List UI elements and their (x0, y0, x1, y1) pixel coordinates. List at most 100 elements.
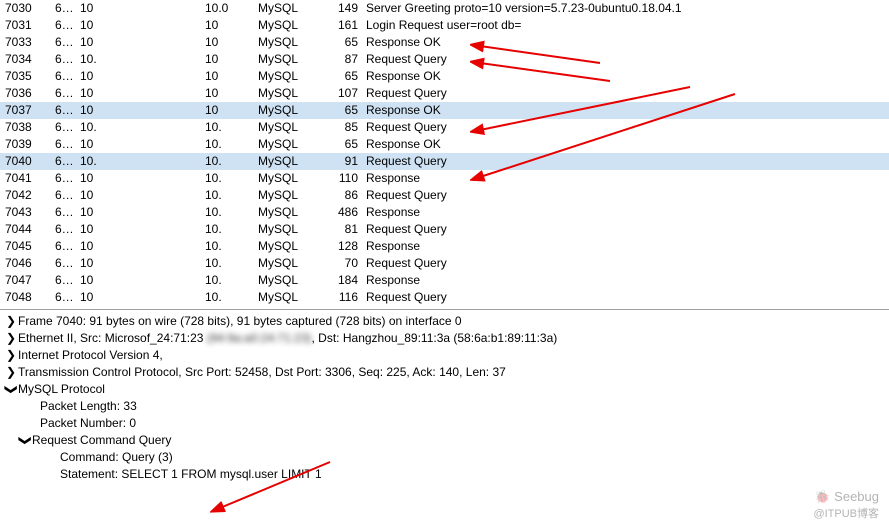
statement-text: Statement: SELECT 1 FROM mysql.user LIMI… (60, 466, 322, 483)
tree-mysql-protocol[interactable]: ❯ MySQL Protocol (0, 381, 889, 398)
packet-time-cell: 6… (55, 272, 80, 289)
packet-length-text: Packet Length: 33 (40, 398, 137, 415)
packet-info-cell: Response OK (366, 68, 889, 85)
packet-time-cell: 6… (55, 34, 80, 51)
packet-extra-cell: 10. (205, 170, 240, 187)
tree-tcp-text: Transmission Control Protocol, Src Port:… (18, 364, 506, 381)
chevron-right-icon[interactable]: ❯ (4, 313, 18, 330)
chevron-down-icon[interactable]: ❯ (17, 434, 34, 448)
packet-info-cell: Response OK (366, 102, 889, 119)
packet-extra-cell: 10. (205, 153, 240, 170)
packet-number-cell: 7044 (0, 221, 55, 238)
packet-extra-cell: 10. (205, 221, 240, 238)
table-row[interactable]: 70316…1010MySQL161Login Request user=roo… (0, 17, 889, 34)
packet-dst-cell (120, 204, 205, 221)
packet-info-cell: Request Query (366, 153, 889, 170)
tree-packet-length[interactable]: Packet Length: 33 (0, 398, 889, 415)
packet-number-cell: 7034 (0, 51, 55, 68)
packet-protocol-cell: MySQL (240, 68, 320, 85)
packet-info-cell: Request Query (366, 187, 889, 204)
table-row[interactable]: 70466…1010.MySQL70Request Query (0, 255, 889, 272)
table-row[interactable]: 70446…1010.MySQL81Request Query (0, 221, 889, 238)
table-row[interactable]: 70336…1010MySQL65Response OK (0, 34, 889, 51)
table-row[interactable]: 70406…10.10.MySQL91Request Query (0, 153, 889, 170)
table-row[interactable]: 70476…1010.MySQL184Response (0, 272, 889, 289)
table-row[interactable]: 70416…1010.MySQL110Response (0, 170, 889, 187)
packet-number-cell: 7042 (0, 187, 55, 204)
packet-info-cell: Response OK (366, 136, 889, 153)
packet-extra-cell: 10 (205, 34, 240, 51)
packet-extra-cell: 10 (205, 17, 240, 34)
packet-number-cell: 7048 (0, 289, 55, 306)
packet-details-pane[interactable]: ❯ Frame 7040: 91 bytes on wire (728 bits… (0, 309, 889, 483)
packet-time-cell: 6… (55, 238, 80, 255)
tree-request-command-query[interactable]: ❯ Request Command Query (0, 432, 889, 449)
packet-time-cell: 6… (55, 170, 80, 187)
packet-protocol-cell: MySQL (240, 102, 320, 119)
packet-src-cell: 10 (80, 170, 120, 187)
packet-time-cell: 6… (55, 153, 80, 170)
chevron-right-icon[interactable]: ❯ (4, 347, 18, 364)
packet-protocol-cell: MySQL (240, 85, 320, 102)
packet-protocol-cell: MySQL (240, 272, 320, 289)
watermark-name: Seebug (834, 489, 879, 504)
packet-number-cell: 7036 (0, 85, 55, 102)
chevron-right-icon[interactable]: ❯ (4, 364, 18, 381)
packet-length-cell: 81 (320, 221, 366, 238)
packet-time-cell: 6… (55, 17, 80, 34)
table-row[interactable]: 70356…1010MySQL65Response OK (0, 68, 889, 85)
packet-src-cell: 10 (80, 102, 120, 119)
packet-src-cell: 10 (80, 85, 120, 102)
table-row[interactable]: 70486…1010.MySQL116Request Query (0, 289, 889, 306)
eth-prefix: Ethernet II, Src: Microsof_24:71:23 (18, 331, 207, 345)
packet-list[interactable]: 70306…1010.0MySQL149Server Greeting prot… (0, 0, 889, 306)
tree-ethernet[interactable]: ❯ Ethernet II, Src: Microsof_24:71:23 (9… (0, 330, 889, 347)
table-row[interactable]: 70346…10.10MySQL87Request Query (0, 51, 889, 68)
tree-frame-text: Frame 7040: 91 bytes on wire (728 bits),… (18, 313, 462, 330)
table-row[interactable]: 70376…1010MySQL65Response OK (0, 102, 889, 119)
packet-protocol-cell: MySQL (240, 51, 320, 68)
tree-ethernet-text: Ethernet II, Src: Microsof_24:71:23 (94:… (18, 330, 557, 347)
packet-length-cell: 65 (320, 136, 366, 153)
packet-length-cell: 128 (320, 238, 366, 255)
table-row[interactable]: 70306…1010.0MySQL149Server Greeting prot… (0, 0, 889, 17)
packet-src-cell: 10. (80, 153, 120, 170)
table-row[interactable]: 70366…1010MySQL107Request Query (0, 85, 889, 102)
packet-protocol-cell: MySQL (240, 221, 320, 238)
packet-extra-cell: 10. (205, 136, 240, 153)
packet-time-cell: 6… (55, 0, 80, 17)
tree-frame[interactable]: ❯ Frame 7040: 91 bytes on wire (728 bits… (0, 313, 889, 330)
packet-extra-cell: 10. (205, 289, 240, 306)
packet-info-cell: Response (366, 170, 889, 187)
table-row[interactable]: 70426…1010.MySQL86Request Query (0, 187, 889, 204)
packet-number-cell: 7047 (0, 272, 55, 289)
packet-time-cell: 6… (55, 136, 80, 153)
packet-number-cell: 7037 (0, 102, 55, 119)
table-row[interactable]: 70456…1010.MySQL128Response (0, 238, 889, 255)
packet-protocol-cell: MySQL (240, 289, 320, 306)
packet-time-cell: 6… (55, 119, 80, 136)
tree-statement[interactable]: Statement: SELECT 1 FROM mysql.user LIMI… (0, 466, 889, 483)
tree-ip[interactable]: ❯ Internet Protocol Version 4, (0, 347, 889, 364)
table-row[interactable]: 70396…1010.MySQL65Response OK (0, 136, 889, 153)
packet-info-cell: Login Request user=root db= (366, 17, 889, 34)
packet-extra-cell: 10. (205, 187, 240, 204)
tree-packet-number[interactable]: Packet Number: 0 (0, 415, 889, 432)
packet-time-cell: 6… (55, 255, 80, 272)
command-text: Command: Query (3) (60, 449, 173, 466)
tree-tcp[interactable]: ❯ Transmission Control Protocol, Src Por… (0, 364, 889, 381)
table-row[interactable]: 70436…1010.MySQL486Response (0, 204, 889, 221)
packet-number-cell: 7031 (0, 17, 55, 34)
chevron-down-icon[interactable]: ❯ (3, 383, 20, 397)
chevron-right-icon[interactable]: ❯ (4, 330, 18, 347)
table-row[interactable]: 70386…10.10.MySQL85Request Query (0, 119, 889, 136)
packet-info-cell: Response (366, 238, 889, 255)
packet-info-cell: Response OK (366, 34, 889, 51)
packet-length-cell: 116 (320, 289, 366, 306)
packet-number-cell: 7038 (0, 119, 55, 136)
packet-length-cell: 110 (320, 170, 366, 187)
packet-src-cell: 10. (80, 51, 120, 68)
tree-command[interactable]: Command: Query (3) (0, 449, 889, 466)
packet-info-cell: Request Query (366, 85, 889, 102)
packet-dst-cell (120, 68, 205, 85)
